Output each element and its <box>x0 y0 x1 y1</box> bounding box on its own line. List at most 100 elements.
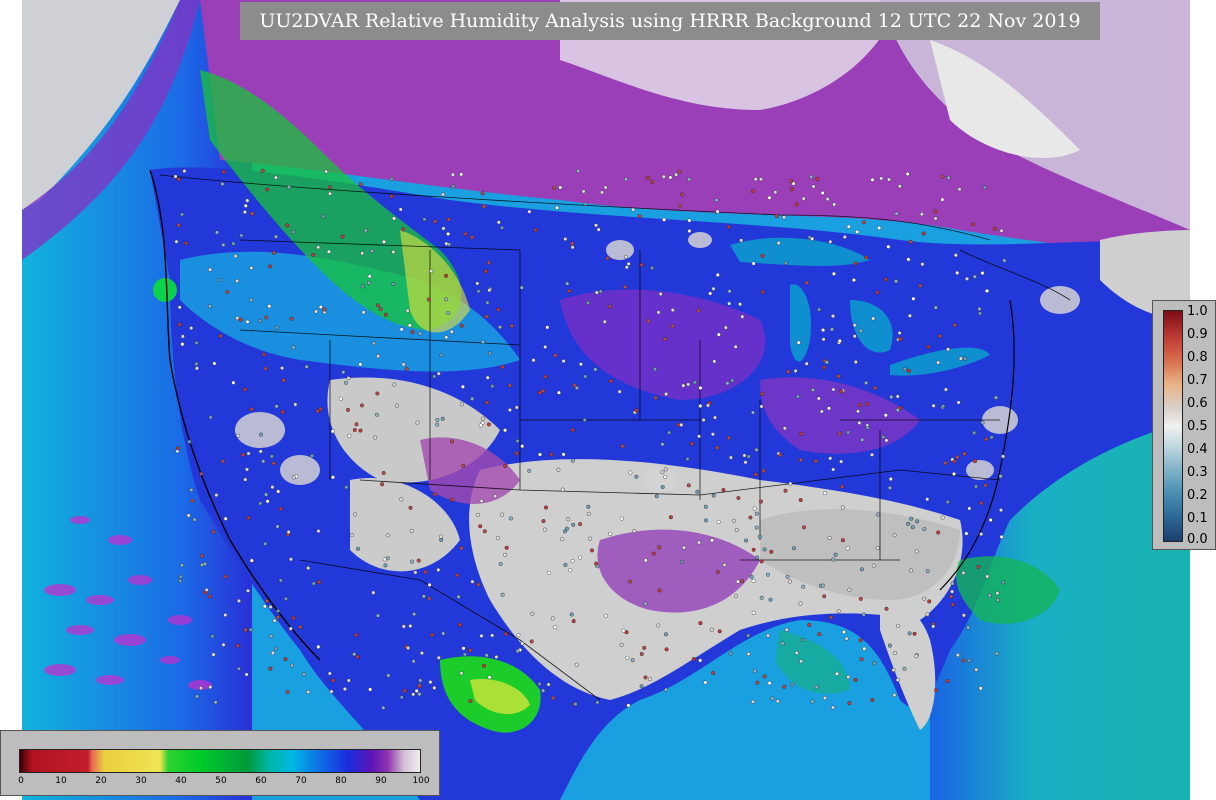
station-dot <box>327 185 332 190</box>
station-dot <box>620 444 625 449</box>
station-dot <box>260 168 265 173</box>
station-dot <box>883 277 888 282</box>
station-dot <box>626 261 631 266</box>
station-dot <box>824 360 829 365</box>
station-dot <box>906 257 911 262</box>
station-dot <box>958 356 963 361</box>
station-dot <box>715 209 720 214</box>
station-dot <box>214 230 219 235</box>
station-dot <box>487 288 492 293</box>
station-dot <box>667 430 672 435</box>
station-dot <box>441 631 446 636</box>
station-dot <box>982 185 987 190</box>
station-dot <box>417 692 422 697</box>
station-dot <box>691 657 696 662</box>
station-dot <box>751 261 756 266</box>
station-dot <box>330 475 335 480</box>
station-dot <box>799 659 804 664</box>
station-dot <box>972 430 977 435</box>
station-dot <box>267 304 272 309</box>
station-dot <box>798 601 803 606</box>
station-dot <box>646 319 651 324</box>
station-dot <box>543 345 548 350</box>
station-dot <box>386 673 391 678</box>
station-dot <box>846 224 851 229</box>
station-dot <box>872 661 877 666</box>
colorbar-tick: 0.4 <box>1187 442 1208 457</box>
station-dot <box>189 487 194 492</box>
colorbar-tick: 90 <box>375 776 387 786</box>
station-dot <box>268 666 273 671</box>
station-dot <box>311 252 316 257</box>
station-dot <box>727 301 732 306</box>
station-dot <box>861 220 866 225</box>
station-dot <box>664 647 669 652</box>
station-dot <box>802 525 807 530</box>
station-dot <box>485 300 490 305</box>
station-dot <box>423 569 428 574</box>
station-dot <box>444 335 449 340</box>
station-dot <box>218 334 223 339</box>
station-dot <box>940 197 945 202</box>
station-dot <box>630 658 635 663</box>
station-dot <box>272 250 277 255</box>
station-dot <box>208 594 213 599</box>
station-dot <box>495 536 500 541</box>
station-dot <box>383 312 388 317</box>
station-dot <box>887 485 892 490</box>
station-dot <box>439 534 444 539</box>
station-dot <box>774 213 779 218</box>
station-dot <box>316 580 321 585</box>
station-dot <box>570 245 575 250</box>
station-dot <box>823 491 828 496</box>
station-dot <box>945 679 950 684</box>
station-dot <box>220 181 225 186</box>
station-dot <box>894 279 899 284</box>
station-dot <box>859 657 864 662</box>
station-dot <box>476 289 481 294</box>
station-dot <box>831 557 836 562</box>
station-dot <box>286 530 291 535</box>
station-dot <box>687 228 692 233</box>
station-dot <box>726 224 731 229</box>
station-dot <box>353 512 358 517</box>
station-dot <box>762 674 767 679</box>
station-dot <box>770 696 775 701</box>
station-dot <box>482 204 487 209</box>
station-dot <box>685 457 690 462</box>
station-dot <box>786 369 791 374</box>
station-dot <box>852 334 857 339</box>
station-dot <box>839 459 844 464</box>
station-dot <box>576 168 581 173</box>
station-dot <box>712 359 717 364</box>
station-dot <box>697 540 702 545</box>
station-dot <box>236 666 241 671</box>
station-dot <box>846 430 851 435</box>
station-dot <box>189 326 194 331</box>
station-dot <box>912 631 917 636</box>
station-dot <box>479 499 484 504</box>
station-dot <box>717 629 722 634</box>
station-dot <box>895 408 900 413</box>
station-dot <box>566 517 571 522</box>
station-dot <box>703 504 708 509</box>
station-dot <box>925 497 930 502</box>
station-dot <box>310 453 315 458</box>
station-dot <box>381 705 386 710</box>
station-dot <box>798 498 803 503</box>
station-dot <box>972 274 977 279</box>
station-dot <box>480 339 485 344</box>
station-dot <box>807 235 812 240</box>
station-dot <box>551 695 556 700</box>
station-dot <box>235 643 240 648</box>
station-dot <box>594 290 599 295</box>
station-dot <box>541 519 546 524</box>
station-dot <box>450 172 455 177</box>
station-dot <box>385 556 390 561</box>
station-dot <box>217 278 222 283</box>
station-dot <box>663 467 668 472</box>
station-dot <box>246 515 251 520</box>
station-dot <box>199 471 204 476</box>
station-dot <box>790 682 795 687</box>
station-dot <box>360 284 365 289</box>
